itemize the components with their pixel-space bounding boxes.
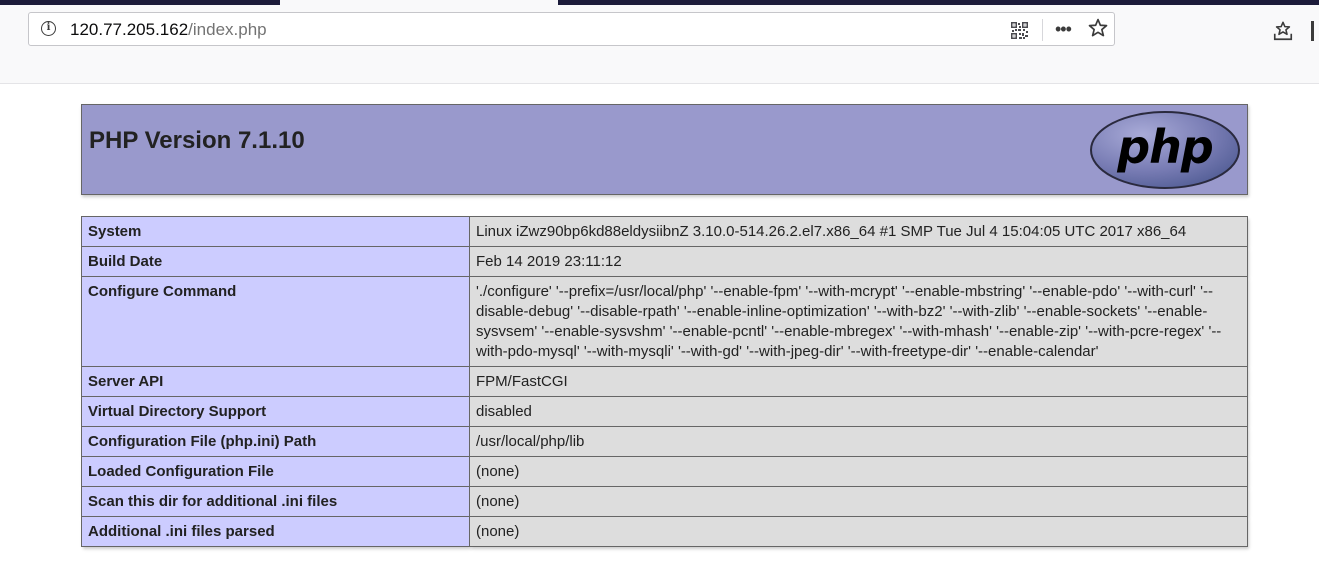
qr-code-icon[interactable] <box>1011 22 1028 39</box>
table-row: Scan this dir for additional .ini files(… <box>81 486 1248 517</box>
row-value: (none) <box>469 486 1248 517</box>
page-title: PHP Version 7.1.10 <box>89 127 305 154</box>
row-value: Feb 14 2019 23:11:12 <box>469 246 1248 277</box>
table-row: Loaded Configuration File (none) <box>81 456 1248 487</box>
row-label: Loaded Configuration File <box>81 456 470 487</box>
row-value: FPM/FastCGI <box>469 366 1248 397</box>
row-label: Configure Command <box>81 276 470 367</box>
php-header: PHP Version 7.1.10 php <box>81 104 1248 195</box>
row-label: Configuration File (php.ini) Path <box>81 426 470 457</box>
row-label: Additional .ini files parsed <box>81 516 470 547</box>
row-value: Linux iZwz90bp6kd88eldysiibnZ 3.10.0-514… <box>469 216 1248 247</box>
url-host: 120.77.205.162 <box>70 20 189 39</box>
table-row: Server API FPM/FastCGI <box>81 366 1248 397</box>
star-icon[interactable] <box>1087 17 1109 39</box>
table-row: Virtual Directory Support disabled <box>81 396 1248 427</box>
table-row: System Linux iZwz90bp6kd88eldysiibnZ 3.10… <box>81 216 1248 247</box>
table-row: Build Date Feb 14 2019 23:11:12 <box>81 246 1248 277</box>
row-label: Build Date <box>81 246 470 277</box>
row-value: (none) <box>469 516 1248 547</box>
row-label: System <box>81 216 470 247</box>
row-value: (none) <box>469 456 1248 487</box>
row-label: Scan this dir for additional .ini files <box>81 486 470 517</box>
table-row: Configuration File (php.ini) Path/usr/lo… <box>81 426 1248 457</box>
row-value: disabled <box>469 396 1248 427</box>
row-label: Server API <box>81 366 470 397</box>
address-bar-divider <box>1042 19 1043 41</box>
svg-text:php: php <box>1116 120 1213 174</box>
row-label: Virtual Directory Support <box>81 396 470 427</box>
table-row: Configure Command './configure' '--prefix… <box>81 276 1248 367</box>
library-icon[interactable] <box>1272 20 1294 42</box>
php-logo-icon: php <box>1090 111 1240 189</box>
row-value: /usr/local/php/lib <box>469 426 1248 457</box>
url-text[interactable]: 120.77.205.162/index.php <box>70 20 267 40</box>
sidebar-icon[interactable] <box>1311 21 1314 41</box>
address-bar[interactable]: i 120.77.205.162/index.php ••• <box>28 12 1115 46</box>
url-path: /index.php <box>188 20 267 39</box>
info-icon[interactable]: i <box>41 21 56 36</box>
table-row: Additional .ini files parsed (none) <box>81 516 1248 547</box>
row-value: './configure' '--prefix=/usr/local/php' … <box>469 276 1248 367</box>
php-info-table: System Linux iZwz90bp6kd88eldysiibnZ 3.10… <box>81 216 1248 547</box>
browser-toolbar: i 120.77.205.162/index.php ••• <box>0 5 1319 84</box>
more-icon[interactable]: ••• <box>1055 20 1072 38</box>
